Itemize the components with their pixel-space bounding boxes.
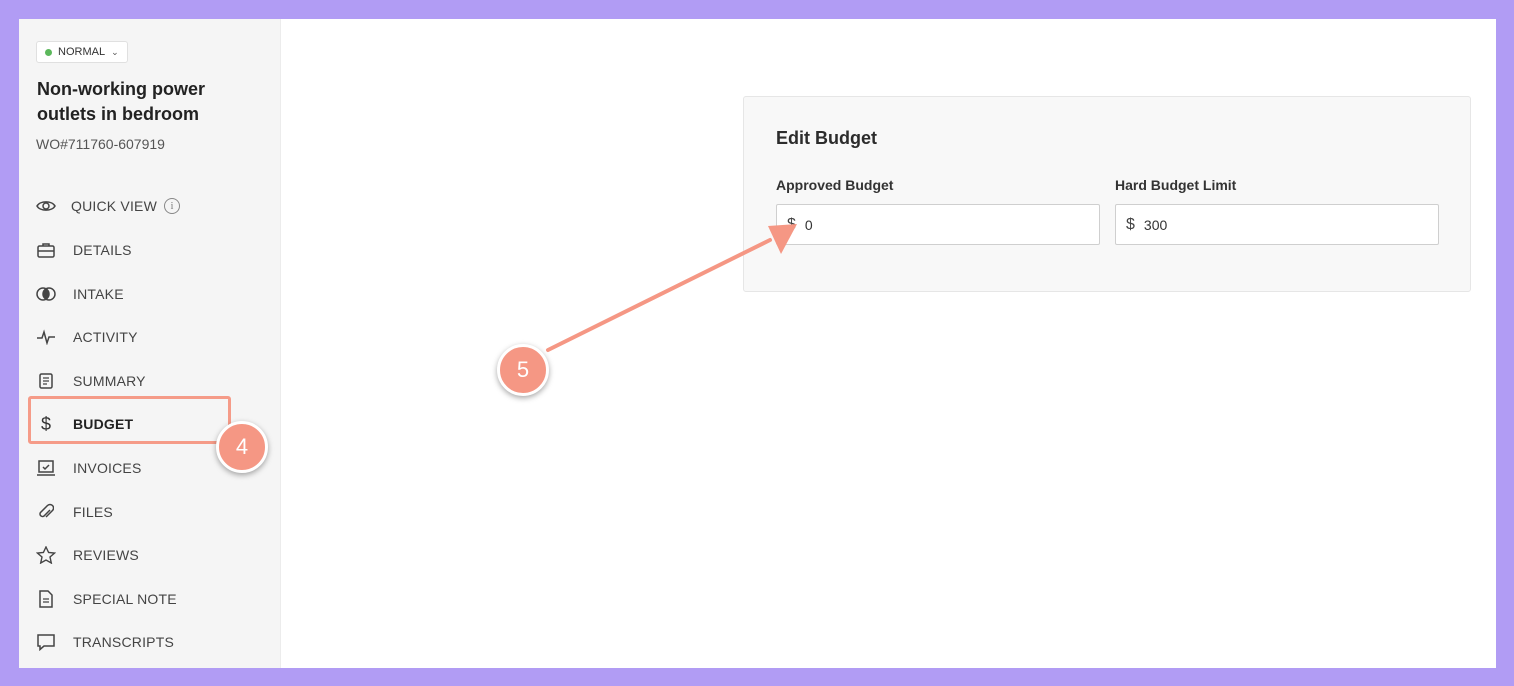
activity-pulse-icon bbox=[35, 326, 57, 348]
hard-budget-limit-label: Hard Budget Limit bbox=[1115, 177, 1237, 193]
sidebar-item-label: SPECIAL NOTE bbox=[73, 591, 177, 607]
invoice-icon bbox=[35, 457, 57, 479]
step-4-badge: 4 bbox=[216, 421, 268, 473]
currency-symbol: $ bbox=[1126, 215, 1135, 233]
approved-budget-value: 0 bbox=[804, 216, 813, 233]
intake-icon bbox=[35, 283, 57, 305]
sidebar-item-label: INVOICES bbox=[73, 460, 142, 476]
sidebar-item-label: REVIEWS bbox=[73, 547, 139, 563]
approved-budget-input[interactable]: $ 0 bbox=[776, 204, 1100, 245]
sidebar-item-summary[interactable]: SUMMARY bbox=[19, 361, 259, 401]
chat-bubble-icon bbox=[35, 631, 57, 653]
summary-doc-icon bbox=[35, 370, 57, 392]
sidebar-item-files[interactable]: FILES bbox=[19, 492, 259, 532]
info-icon[interactable]: i bbox=[164, 198, 181, 214]
sidebar-item-label: SUMMARY bbox=[73, 373, 146, 389]
sidebar: NORMAL ⌄ Non-working power outlets in be… bbox=[19, 19, 281, 668]
paperclip-icon bbox=[35, 501, 57, 523]
work-order-title: Non-working power outlets in bedroom bbox=[37, 79, 205, 124]
sidebar-item-activity[interactable]: ACTIVITY bbox=[19, 317, 259, 357]
sidebar-item-label: INTAKE bbox=[73, 286, 124, 302]
sidebar-item-quick-view[interactable]: QUICK VIEW i bbox=[19, 186, 259, 226]
step-5-badge: 5 bbox=[497, 344, 549, 396]
eye-icon bbox=[35, 195, 57, 217]
sidebar-item-intake[interactable]: INTAKE bbox=[19, 274, 259, 314]
priority-label: NORMAL bbox=[58, 46, 106, 58]
sidebar-item-label: QUICK VIEW bbox=[71, 198, 158, 214]
chevron-down-icon: ⌄ bbox=[111, 46, 119, 57]
approved-budget-label: Approved Budget bbox=[776, 177, 894, 193]
status-dot-icon bbox=[45, 48, 52, 56]
star-icon bbox=[35, 544, 57, 566]
work-order-id: WO#711760-607919 bbox=[36, 136, 165, 152]
sidebar-item-label: FILES bbox=[73, 504, 113, 520]
sidebar-item-label: DETAILS bbox=[73, 242, 132, 258]
dollar-icon: $ bbox=[40, 413, 51, 434]
sidebar-item-reviews[interactable]: REVIEWS bbox=[19, 535, 259, 575]
sidebar-item-label: TRANSCRIPTS bbox=[73, 634, 174, 650]
sidebar-item-label: BUDGET bbox=[73, 416, 134, 432]
sidebar-item-special-note[interactable]: SPECIAL NOTE bbox=[19, 579, 259, 619]
note-icon bbox=[35, 588, 57, 610]
panel-title: Edit Budget bbox=[776, 128, 877, 148]
currency-symbol: $ bbox=[787, 215, 796, 233]
hard-budget-limit-input[interactable]: $ 300 bbox=[1115, 204, 1439, 245]
hard-budget-limit-value: 300 bbox=[1143, 216, 1168, 233]
sidebar-item-details[interactable]: DETAILS bbox=[19, 230, 259, 270]
priority-dropdown[interactable]: NORMAL ⌄ bbox=[36, 41, 128, 63]
sidebar-item-label: ACTIVITY bbox=[73, 329, 138, 345]
app-window: NORMAL ⌄ Non-working power outlets in be… bbox=[19, 19, 1496, 668]
sidebar-item-transcripts[interactable]: TRANSCRIPTS bbox=[19, 622, 259, 662]
edit-budget-panel: Edit Budget Approved Budget $ 0 Hard Bud… bbox=[743, 96, 1471, 292]
briefcase-icon bbox=[35, 239, 57, 261]
